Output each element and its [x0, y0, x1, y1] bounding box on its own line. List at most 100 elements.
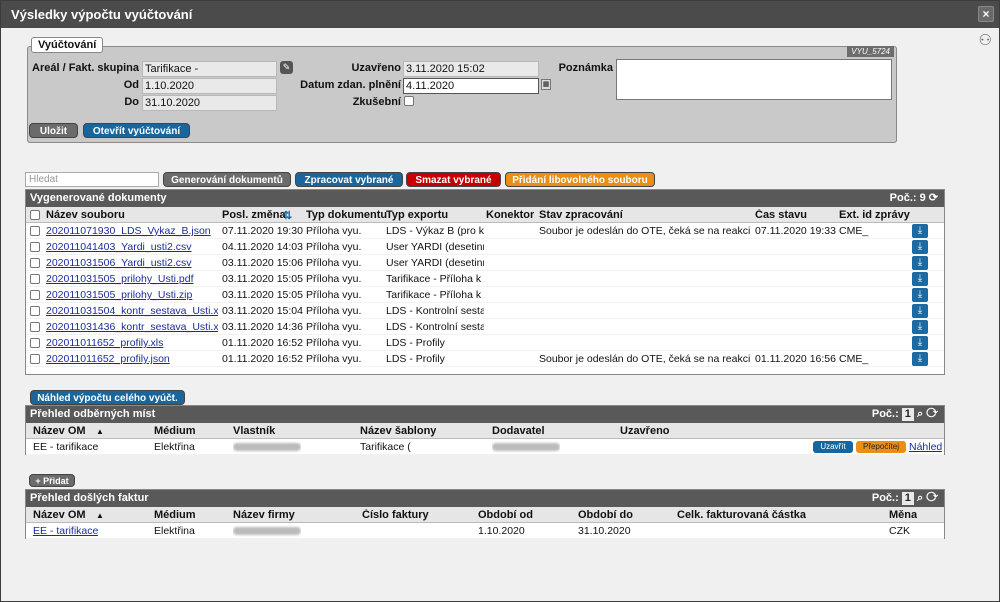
doc-name[interactable]: 202011031506_Yardi_usti2.csv	[46, 257, 218, 269]
doc-ext: CME_	[839, 353, 869, 365]
sort-desc-icon[interactable]: ⇅	[283, 209, 292, 222]
doc-type: Příloha vyu.	[306, 257, 362, 269]
doc-changed: 03.11.2020 15:05	[222, 273, 303, 285]
om-col-supplier[interactable]: Dodavatel	[492, 425, 545, 437]
select-all-checkbox[interactable]	[30, 210, 40, 220]
om-col-closed[interactable]: Uzavřeno	[620, 425, 670, 437]
inv-row-name[interactable]: EE - tarifikace	[33, 525, 98, 537]
om-col-name[interactable]: Název OM	[33, 425, 86, 437]
inv-col-number[interactable]: Číslo faktury	[362, 509, 429, 521]
row-checkbox[interactable]	[30, 322, 40, 332]
do-field[interactable]: 31.10.2020	[142, 95, 277, 111]
download-icon[interactable]: ⤓	[912, 304, 928, 318]
om-col-medium[interactable]: Médium	[154, 425, 196, 437]
om-title: Přehled odběrných míst	[30, 408, 156, 420]
inv-col-company[interactable]: Název firmy	[233, 509, 295, 521]
doc-ext: CME_	[839, 225, 869, 237]
poznamka-textarea[interactable]	[616, 59, 892, 100]
accessibility-icon[interactable]: ⚇	[979, 31, 992, 49]
close-button[interactable]: ×	[978, 6, 994, 22]
invoices-title: Přehled došlých faktur	[30, 492, 149, 504]
doc-name[interactable]: 202011011652_profily.xls	[46, 337, 218, 349]
doc-changed: 03.11.2020 14:36	[222, 321, 303, 333]
row-checkbox[interactable]	[30, 242, 40, 252]
table-row: 202011031436_kontr_sestava_Usti.xls 03.11…	[26, 319, 944, 335]
inv-col-to[interactable]: Období do	[578, 509, 633, 521]
inv-row-medium: Elektřina	[154, 525, 195, 537]
process-selected-button[interactable]: Zpracovat vybrané	[295, 172, 403, 187]
doc-name[interactable]: 202011071930_LDS_Vykaz_B.json	[46, 225, 218, 237]
om-col-template[interactable]: Název šablony	[360, 425, 436, 437]
doc-type: Příloha vyu.	[306, 273, 362, 285]
doc-name[interactable]: 202011011652_profily.json	[46, 353, 218, 365]
doc-type: Příloha vyu.	[306, 337, 362, 349]
download-icon[interactable]: ⤓	[912, 320, 928, 334]
download-icon[interactable]: ⤓	[912, 224, 928, 238]
invoices-search-icon[interactable]: ⌕	[917, 492, 923, 504]
row-checkbox[interactable]	[30, 226, 40, 236]
inv-sort-asc-icon[interactable]: ▲	[96, 511, 104, 520]
inv-col-name[interactable]: Název OM	[33, 509, 86, 521]
areal-field[interactable]: Tarifikace -	[142, 61, 277, 77]
row-checkbox[interactable]	[30, 258, 40, 268]
om-count: 1	[901, 408, 914, 421]
om-row-template: Tarifikace (	[360, 441, 411, 453]
om-search-icon[interactable]: ⌕	[917, 408, 923, 420]
invoices-refresh-icon[interactable]: ⟳	[926, 492, 938, 504]
row-checkbox[interactable]	[30, 354, 40, 364]
poznamka-label: Poznámka	[558, 62, 613, 74]
recalculate-button[interactable]: Přepočítej	[856, 441, 906, 453]
datum-field[interactable]: 4.11.2020	[403, 78, 539, 94]
inv-col-amount[interactable]: Celk. fakturovaná částka	[677, 509, 806, 521]
edit-icon[interactable]: ✎	[280, 61, 293, 74]
col-status[interactable]: Stav zpracování	[539, 209, 623, 221]
doc-name[interactable]: 202011031436_kontr_sestava_Usti.xls	[46, 321, 218, 333]
generate-documents-button[interactable]: Generování dokumentů	[163, 172, 291, 187]
zkusebni-checkbox[interactable]	[404, 96, 414, 106]
row-checkbox[interactable]	[30, 306, 40, 316]
add-invoice-button[interactable]: + Přidat	[29, 474, 75, 487]
inv-col-from[interactable]: Období od	[478, 509, 533, 521]
preview-billing-button[interactable]: Náhled výpočtu celého vyúčt.	[30, 390, 185, 405]
open-billing-button[interactable]: Otevřít vyúčtování	[83, 123, 190, 138]
download-icon[interactable]: ⤓	[912, 272, 928, 286]
download-icon[interactable]: ⤓	[912, 256, 928, 270]
doc-type: Příloha vyu.	[306, 241, 362, 253]
download-icon[interactable]: ⤓	[912, 352, 928, 366]
calendar-icon[interactable]: ▦	[541, 79, 551, 90]
doc-name[interactable]: 202011041403_Yardi_usti2.csv	[46, 241, 218, 253]
close-om-button[interactable]: Uzavřít	[813, 441, 853, 453]
col-type[interactable]: Typ dokumentu	[306, 209, 387, 221]
refresh-icon[interactable]: ⟳	[929, 192, 938, 204]
col-name[interactable]: Název souboru	[46, 209, 125, 221]
om-col-owner[interactable]: Vlastník	[233, 425, 275, 437]
sort-asc-icon[interactable]: ▲	[96, 427, 104, 436]
doc-name[interactable]: 202011031505_prilohy_Usti.pdf	[46, 273, 218, 285]
row-checkbox[interactable]	[30, 290, 40, 300]
om-refresh-icon[interactable]: ⟳	[926, 408, 938, 420]
inv-col-currency[interactable]: Měna	[889, 509, 917, 521]
col-ext[interactable]: Ext. id zprávy	[839, 209, 910, 221]
download-icon[interactable]: ⤓	[912, 240, 928, 254]
col-export[interactable]: Typ exportu	[386, 209, 448, 221]
row-checkbox[interactable]	[30, 338, 40, 348]
download-icon[interactable]: ⤓	[912, 336, 928, 350]
preview-link[interactable]: Náhled	[909, 441, 942, 453]
col-time[interactable]: Čas stavu	[755, 209, 807, 221]
od-field[interactable]: 1.10.2020	[142, 78, 277, 94]
inv-col-medium[interactable]: Médium	[154, 509, 196, 521]
om-count-wrap: Poč.: 1 ⌕ ⟳	[872, 406, 938, 423]
save-button[interactable]: Uložit	[29, 123, 78, 138]
invoices-header: Přehled došlých faktur Poč.: 1 ⌕ ⟳	[26, 490, 944, 507]
download-icon[interactable]: ⤓	[912, 288, 928, 302]
delete-selected-button[interactable]: Smazat vybrané	[406, 172, 501, 187]
col-changed[interactable]: Posl. změna	[222, 209, 286, 221]
row-checkbox[interactable]	[30, 274, 40, 284]
doc-name[interactable]: 202011031505_prilohy_Usti.zip	[46, 289, 218, 301]
billing-legend: Vyúčtování	[31, 37, 104, 53]
search-input[interactable]: Hledat	[25, 172, 159, 187]
uzavreno-field[interactable]: 3.11.2020 15:02	[403, 61, 539, 77]
doc-name[interactable]: 202011031504_kontr_sestava_Usti.xls	[46, 305, 218, 317]
add-file-button[interactable]: Přidání libovolného souboru	[505, 172, 655, 187]
col-connector[interactable]: Konektor	[486, 209, 534, 221]
